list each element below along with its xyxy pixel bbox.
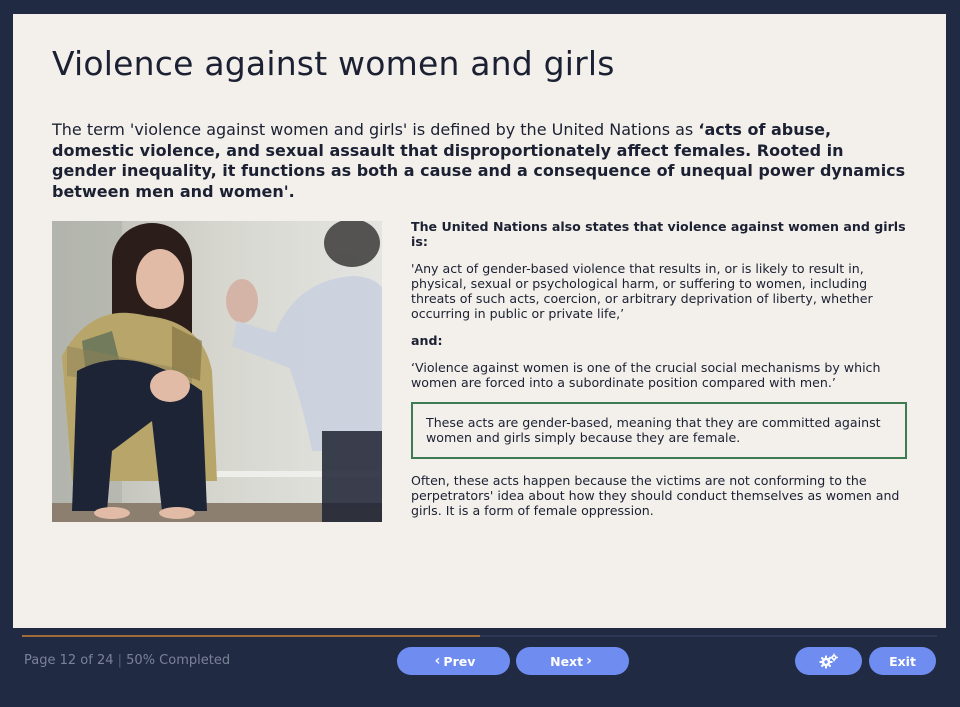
and-label: and:: [411, 333, 443, 348]
settings-button[interactable]: [795, 647, 862, 675]
slide-content: Violence against women and girls The ter…: [13, 14, 946, 628]
callout-box: These acts are gender-based, meaning tha…: [411, 402, 907, 459]
page-title: Violence against women and girls: [52, 44, 615, 83]
gears-icon: [819, 653, 838, 669]
closing-paragraph: Often, these acts happen because the vic…: [411, 473, 900, 518]
chevron-left-icon: ‹: [434, 653, 441, 669]
illustration-photo: [52, 221, 382, 522]
page-status: Page 12 of 24 | 50% Completed: [24, 653, 230, 668]
exit-label: Exit: [889, 653, 916, 669]
next-button[interactable]: Next ›: [516, 647, 629, 675]
completion-status: 50% Completed: [126, 653, 231, 668]
un-quote-1: 'Any act of gender-based violence that r…: [411, 261, 873, 321]
intro-text: The term 'violence against women and gir…: [52, 120, 699, 139]
status-separator: |: [117, 653, 123, 668]
callout-text: These acts are gender-based, meaning tha…: [426, 415, 881, 445]
prev-button[interactable]: ‹ Prev: [397, 647, 510, 675]
progress-fill: [22, 635, 480, 637]
intro-paragraph: The term 'violence against women and gir…: [52, 120, 912, 202]
exit-button[interactable]: Exit: [869, 647, 936, 675]
chevron-right-icon: ›: [586, 653, 592, 669]
next-label: Next: [550, 653, 584, 669]
page-number: Page 12 of 24: [24, 653, 114, 668]
prev-label: Prev: [443, 653, 476, 669]
progress-track: [22, 635, 937, 637]
un-quote-2: ‘Violence against women is one of the cr…: [411, 360, 881, 390]
text-column: The United Nations also states that viol…: [411, 219, 907, 530]
photo-scene: [52, 221, 382, 522]
un-heading: The United Nations also states that viol…: [411, 219, 906, 249]
